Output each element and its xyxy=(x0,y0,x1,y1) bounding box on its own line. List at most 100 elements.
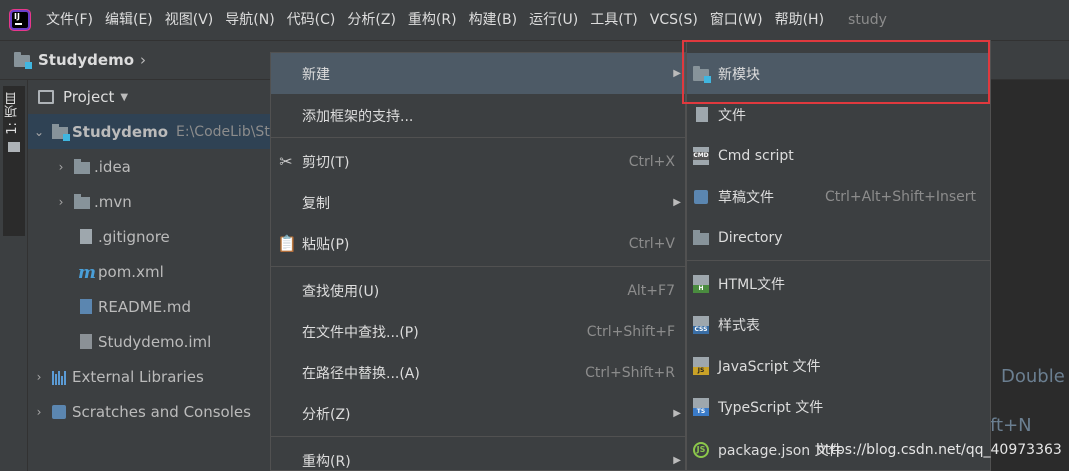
libraries-icon xyxy=(52,369,68,385)
tree-item-label: .mvn xyxy=(94,192,132,211)
menu-item-add-framework-support[interactable]: 添加框架的支持... xyxy=(271,95,685,136)
submenu-item-directory[interactable]: Directory xyxy=(687,217,990,258)
menu-navigate[interactable]: 导航(N) xyxy=(219,0,280,40)
clipboard-icon: 📋 xyxy=(277,234,297,253)
javascript-file-icon: JS xyxy=(691,356,711,376)
submenu-arrow-icon: ▶ xyxy=(673,197,681,208)
menu-item-label: 在文件中查找...(P) xyxy=(302,324,419,341)
tree-item-external-libraries[interactable]: › External Libraries xyxy=(28,359,278,394)
menu-item-label: Cmd script xyxy=(718,147,794,164)
submenu-item-javascript-file[interactable]: JS JavaScript 文件 xyxy=(687,345,990,386)
tree-item-label: .gitignore xyxy=(98,227,170,246)
menu-item-shortcut: Alt+F7 xyxy=(627,282,675,299)
tree-item-scratches[interactable]: › Scratches and Consoles xyxy=(28,394,278,429)
menu-item-find-usages[interactable]: 查找使用(U) Alt+F7 xyxy=(271,270,685,311)
tree-item-label: Scratches and Consoles xyxy=(72,402,251,421)
menu-item-analyze[interactable]: 分析(Z) ▶ xyxy=(271,393,685,434)
tree-item-pom[interactable]: m pom.xml xyxy=(28,254,278,289)
markdown-file-icon xyxy=(78,298,94,315)
menu-item-new[interactable]: 新建 ▶ xyxy=(271,53,685,94)
menu-vcs[interactable]: VCS(S) xyxy=(644,0,704,40)
project-view-selector[interactable]: Project xyxy=(63,88,114,106)
tool-window-tab-label[interactable]: 1: 项目 xyxy=(3,92,22,135)
menu-item-label: 分析(Z) xyxy=(302,406,351,423)
menu-item-paste[interactable]: 📋 粘贴(P) Ctrl+V xyxy=(271,223,685,264)
editor-empty-hint: Double xyxy=(1001,366,1065,387)
menu-view[interactable]: 视图(V) xyxy=(159,0,220,40)
submenu-item-cmd-script[interactable]: CMD Cmd script xyxy=(687,135,990,176)
menu-item-shortcut: Ctrl+V xyxy=(628,235,675,252)
annotation-highlight-box xyxy=(682,40,990,104)
module-folder-icon xyxy=(14,52,32,69)
project-panel: Project ▼ ⌄ Studydemo E:\CodeLib\St › .i… xyxy=(28,80,278,471)
css-file-icon: CSS xyxy=(691,315,711,335)
breadcrumb-item-studydemo[interactable]: Studydemo xyxy=(38,51,134,69)
submenu-arrow-icon: ▶ xyxy=(673,68,681,79)
menu-item-label: 重构(R) xyxy=(302,453,351,470)
chevron-right-icon[interactable]: › xyxy=(32,405,46,419)
menu-code[interactable]: 代码(C) xyxy=(281,0,342,40)
tree-item-idea[interactable]: › .idea xyxy=(28,149,278,184)
tree-item-label: Studydemo xyxy=(72,122,169,141)
menu-refactor[interactable]: 重构(R) xyxy=(402,0,463,40)
menu-item-refactor[interactable]: 重构(R) ▶ xyxy=(271,440,685,470)
menu-separator xyxy=(271,436,685,437)
tree-item-readme[interactable]: README.md xyxy=(28,289,278,324)
tree-item-studydemo[interactable]: ⌄ Studydemo E:\CodeLib\St xyxy=(28,114,278,149)
submenu-item-scratch-file[interactable]: 草稿文件 Ctrl+Alt+Shift+Insert xyxy=(687,176,990,217)
menu-item-shortcut: Ctrl+X xyxy=(628,153,675,170)
menu-build[interactable]: 构建(B) xyxy=(463,0,524,40)
submenu-item-stylesheet[interactable]: CSS 样式表 xyxy=(687,304,990,345)
tree-item-iml[interactable]: Studydemo.iml xyxy=(28,324,278,359)
maven-icon: m xyxy=(78,262,96,283)
menu-item-copy[interactable]: 复制 ▶ xyxy=(271,182,685,223)
submenu-arrow-icon: ▶ xyxy=(673,455,681,466)
menu-window[interactable]: 窗口(W) xyxy=(704,0,769,40)
menu-item-label: 在路径中替换...(A) xyxy=(302,365,420,382)
menu-run[interactable]: 运行(U) xyxy=(523,0,584,40)
menu-item-shortcut: Ctrl+Shift+F xyxy=(586,323,675,340)
project-panel-header[interactable]: Project ▼ xyxy=(28,80,278,114)
menu-item-label: 新建 xyxy=(302,66,330,83)
menu-item-label: 添加框架的支持... xyxy=(302,108,414,125)
menu-file[interactable]: 文件(F) xyxy=(40,0,99,40)
menu-item-label: 文件 xyxy=(718,107,746,124)
html-file-icon: H xyxy=(691,274,711,294)
menu-item-cut[interactable]: ✂ 剪切(T) Ctrl+X xyxy=(271,141,685,182)
tree-item-gitignore[interactable]: .gitignore xyxy=(28,219,278,254)
submenu-item-typescript-file[interactable]: TS TypeScript 文件 xyxy=(687,386,990,427)
menu-item-replace-in-path[interactable]: 在路径中替换...(A) Ctrl+Shift+R xyxy=(271,352,685,393)
ts-badge-text: TS xyxy=(693,407,709,416)
menu-separator xyxy=(271,266,685,267)
chevron-down-icon[interactable]: ⌄ xyxy=(32,125,46,139)
intellij-logo-icon[interactable] xyxy=(0,0,40,40)
menu-item-label: 样式表 xyxy=(718,317,760,334)
menu-item-label: 草稿文件 xyxy=(718,189,774,206)
menu-help[interactable]: 帮助(H) xyxy=(769,0,830,40)
js-badge-text: JS xyxy=(693,366,709,375)
npm-badge-text: JS xyxy=(693,441,709,458)
tree-item-label: README.md xyxy=(98,297,192,316)
css-badge-text: CSS xyxy=(693,325,709,334)
window-project-name: study xyxy=(848,12,887,28)
submenu-item-html-file[interactable]: H HTML文件 xyxy=(687,263,990,304)
menu-item-label: 查找使用(U) xyxy=(302,283,380,300)
menu-analyze[interactable]: 分析(Z) xyxy=(341,0,402,40)
chevron-down-icon[interactable]: ▼ xyxy=(120,92,128,103)
tree-item-label: Studydemo.iml xyxy=(98,332,212,351)
typescript-file-icon: TS xyxy=(691,397,711,417)
chevron-right-icon[interactable]: › xyxy=(54,195,68,209)
menu-edit[interactable]: 编辑(E) xyxy=(99,0,159,40)
chevron-right-icon[interactable]: › xyxy=(54,160,68,174)
project-tool-icon xyxy=(8,142,20,152)
chevron-right-icon[interactable]: › xyxy=(32,370,46,384)
menu-item-label: 剪切(T) xyxy=(302,154,350,171)
tree-item-label: .idea xyxy=(94,157,131,176)
gitignore-file-icon xyxy=(78,228,94,245)
folder-icon xyxy=(74,193,90,210)
tree-item-mvn[interactable]: › .mvn xyxy=(28,184,278,219)
menu-item-find-in-files[interactable]: 在文件中查找...(P) Ctrl+Shift+F xyxy=(271,311,685,352)
menu-item-label: 复制 xyxy=(302,195,330,212)
menu-item-shortcut: Ctrl+Alt+Shift+Insert xyxy=(824,188,976,205)
menu-tools[interactable]: 工具(T) xyxy=(584,0,643,40)
